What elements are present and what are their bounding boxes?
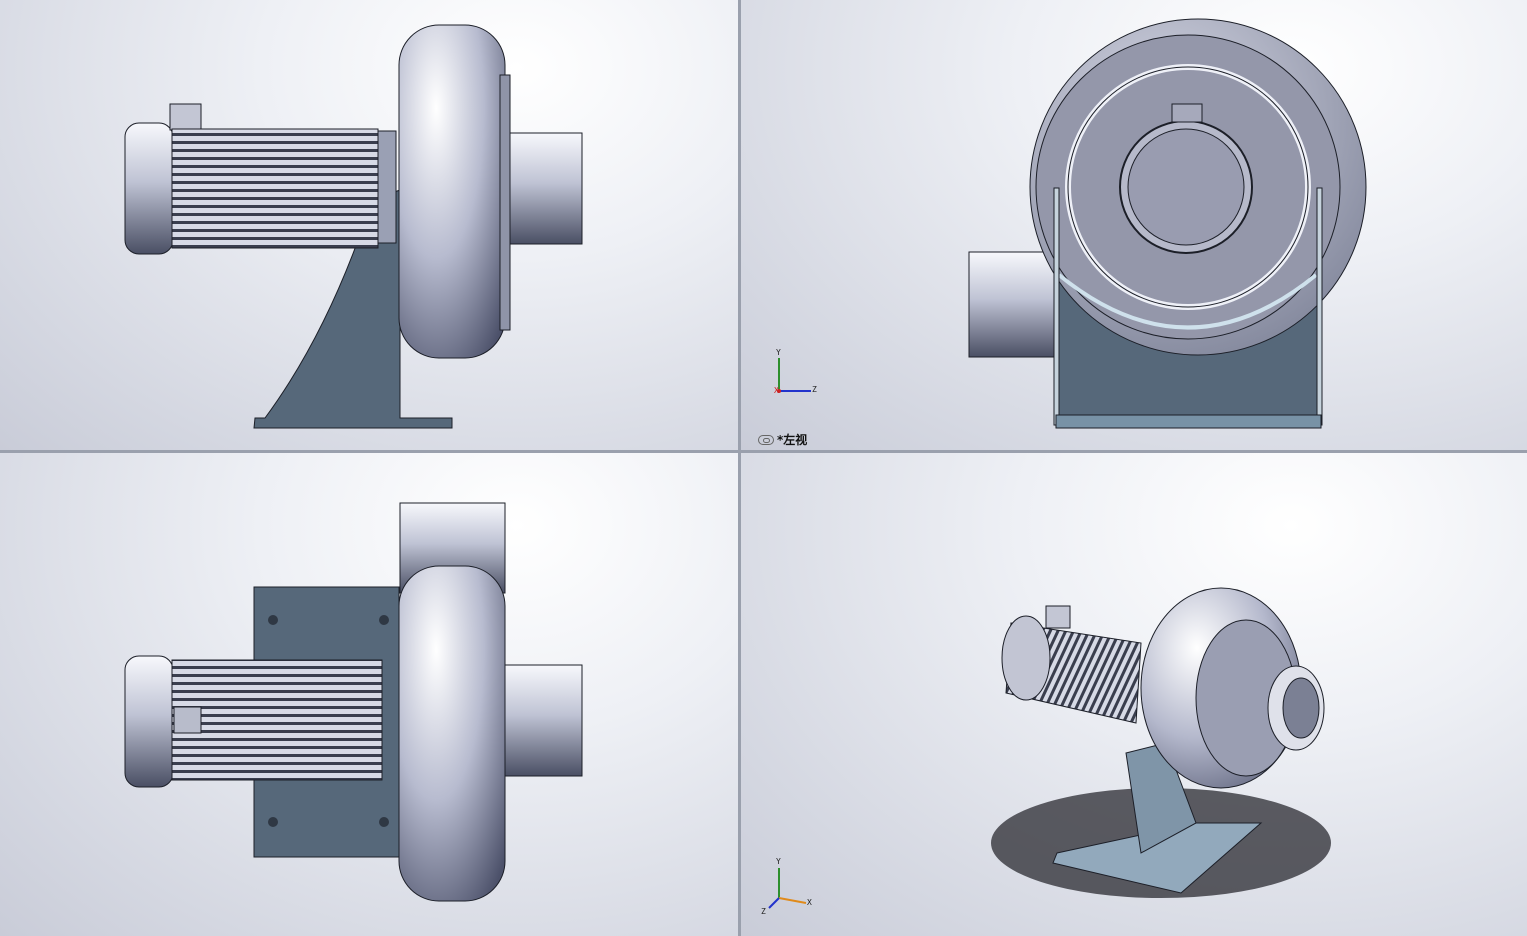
triad-y-label-iso: Y bbox=[776, 857, 781, 866]
viewport-top[interactable] bbox=[0, 453, 738, 936]
viewport-vertical-splitter[interactable] bbox=[738, 0, 741, 936]
viewport-horizontal-splitter[interactable] bbox=[0, 450, 1527, 453]
left-view-model bbox=[777, 18, 1367, 429]
triad-z-label-iso: Z bbox=[761, 907, 766, 916]
triad-x-label: X bbox=[774, 386, 779, 395]
triad-y-label: Y bbox=[776, 348, 781, 357]
coordinate-triad-iso bbox=[768, 868, 807, 909]
triad-z-label: Z bbox=[812, 385, 817, 394]
coordinate-triad bbox=[777, 358, 811, 393]
front-view-model bbox=[124, 24, 583, 429]
triad-x-label-iso: X bbox=[807, 898, 812, 907]
viewport-isometric[interactable]: Y X Z bbox=[741, 453, 1527, 936]
link-views-icon[interactable] bbox=[758, 434, 774, 445]
view-orientation-label: *左视 bbox=[758, 431, 807, 448]
top-view-model bbox=[124, 502, 583, 902]
viewport-front[interactable] bbox=[0, 0, 738, 450]
isometric-view-model bbox=[768, 587, 1331, 909]
viewport-left[interactable]: Y Z X *左视 bbox=[741, 0, 1527, 450]
